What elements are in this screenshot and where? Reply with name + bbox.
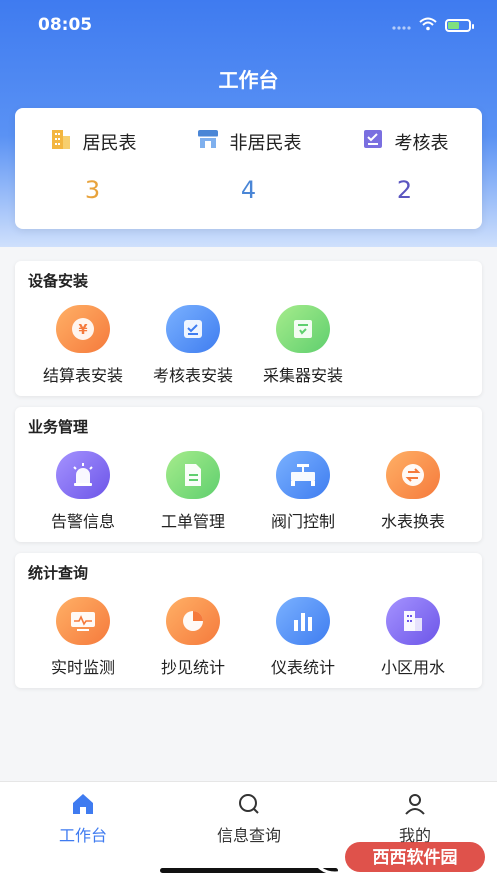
grid-item-alarm-info[interactable]: 告警信息 — [23, 451, 143, 532]
wifi-icon — [419, 16, 437, 35]
summary-label: 非居民表 — [229, 132, 302, 154]
grid-item-label: 小区用水 — [380, 658, 445, 677]
valve-icon — [276, 451, 330, 499]
grid-item-work-order[interactable]: 工单管理 — [133, 451, 253, 532]
signal-icon — [391, 16, 411, 35]
battery-icon — [445, 19, 474, 32]
battery-level — [448, 22, 459, 29]
grid-item-settlement-install[interactable]: ¥ 结算表安装 — [23, 305, 143, 386]
grid-item-meter-stats[interactable]: 仪表统计 — [243, 597, 363, 678]
status-bar: 08:05 — [0, 0, 497, 50]
grid-item-label: 采集器安装 — [262, 366, 343, 385]
shop-icon — [196, 127, 220, 156]
tab-workbench[interactable]: 工作台 — [0, 792, 166, 846]
section-device-install: 设备安装 ¥ 结算表安装 考核表安装 采集器安装 — [15, 261, 482, 396]
community-icon — [386, 597, 440, 645]
summary-assessment[interactable]: 考核表 2 — [327, 108, 482, 229]
alarm-icon — [56, 451, 110, 499]
grid-item-collector-install[interactable]: 采集器安装 — [243, 305, 363, 386]
grid-item-label: 仪表统计 — [270, 658, 335, 677]
yen-icon: ¥ — [56, 305, 110, 353]
tab-info-query[interactable]: 信息查询 — [166, 792, 332, 846]
tab-label: 工作台 — [58, 826, 107, 845]
status-time: 08:05 — [38, 15, 93, 35]
user-icon — [402, 794, 428, 820]
svg-text:西西软件园: 西西软件园 — [373, 847, 458, 868]
summary-label: 考核表 — [394, 132, 449, 154]
collector-icon — [276, 305, 330, 353]
monitor-icon — [56, 597, 110, 645]
grid-item-community-water[interactable]: 小区用水 — [353, 597, 473, 678]
bar-chart-icon — [276, 597, 330, 645]
svg-text:¥: ¥ — [78, 323, 87, 338]
building-icon — [49, 127, 73, 156]
grid-item-valve-control[interactable]: 阀门控制 — [243, 451, 363, 532]
summary-value: 2 — [396, 176, 413, 204]
document-icon — [166, 451, 220, 499]
status-icons — [391, 16, 474, 35]
summary-card: 居民表 3 非居民表 4 考核表 2 — [15, 108, 482, 229]
search-icon — [236, 794, 262, 820]
grid-item-label: 工单管理 — [160, 512, 225, 531]
section-title: 业务管理 — [28, 418, 89, 436]
summary-value: 3 — [84, 176, 101, 204]
summary-resident[interactable]: 居民表 3 — [15, 108, 170, 229]
grid-item-label: 抄见统计 — [160, 658, 225, 677]
section-title: 统计查询 — [28, 564, 89, 582]
grid-item-assessment-install[interactable]: 考核表安装 — [133, 305, 253, 386]
grid-item-label: 实时监测 — [50, 658, 115, 677]
summary-label: 居民表 — [82, 132, 137, 154]
summary-non-resident[interactable]: 非居民表 4 — [171, 108, 326, 229]
grid-item-realtime-monitor[interactable]: 实时监测 — [23, 597, 143, 678]
section-statistics: 统计查询 实时监测 抄见统计 仪表统计 小区用水 — [15, 553, 482, 688]
check-card-icon — [166, 305, 220, 353]
summary-value: 4 — [240, 176, 257, 204]
grid-item-label: 告警信息 — [50, 512, 115, 531]
grid-item-reading-stats[interactable]: 抄见统计 — [133, 597, 253, 678]
section-business-management: 业务管理 告警信息 工单管理 阀门控制 水表换表 — [15, 407, 482, 542]
grid-item-label: 考核表安装 — [152, 366, 233, 385]
tab-label: 信息查询 — [216, 826, 281, 845]
grid-item-label: 水表换表 — [380, 512, 445, 531]
grid-item-label: 阀门控制 — [270, 512, 335, 531]
grid-item-label: 结算表安装 — [42, 366, 123, 385]
page-title: 工作台 — [218, 68, 279, 92]
home-icon — [70, 794, 96, 820]
swap-icon — [386, 451, 440, 499]
checklist-icon — [361, 127, 385, 156]
pie-chart-icon — [166, 597, 220, 645]
grid-item-meter-swap[interactable]: 水表换表 — [353, 451, 473, 532]
watermark-logo: 西西软件园 — [313, 841, 485, 875]
section-title: 设备安装 — [28, 272, 89, 290]
